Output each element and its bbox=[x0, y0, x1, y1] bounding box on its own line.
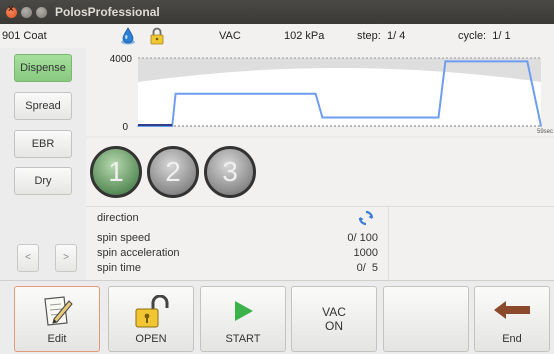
direction-label: direction bbox=[97, 212, 139, 224]
series-point bbox=[444, 60, 447, 63]
close-window-button[interactable] bbox=[6, 4, 17, 18]
open-label: OPEN bbox=[135, 333, 167, 345]
y-tick-label-max: 4000 bbox=[110, 54, 133, 65]
open-lid-button[interactable]: OPEN bbox=[108, 286, 194, 352]
step-parameters: direction spin speed 0/ 100 spin acceler… bbox=[86, 206, 554, 281]
spin-time-value: 0/ 5 bbox=[356, 262, 378, 274]
ebr-button[interactable]: EBR bbox=[14, 130, 72, 158]
series-point bbox=[174, 92, 177, 95]
play-icon bbox=[235, 301, 253, 321]
vac-toggle-button[interactable]: VAC ON bbox=[291, 286, 377, 352]
recipe-name: 901 Coat bbox=[2, 30, 47, 42]
vac-label-line1: VAC bbox=[322, 305, 346, 319]
spin-profile-svg: 4000 0 59sec bbox=[110, 54, 553, 135]
vac-label-line2: ON bbox=[325, 319, 343, 333]
step-1-button[interactable]: 1 bbox=[90, 146, 142, 198]
series-point bbox=[526, 60, 529, 63]
prev-button[interactable]: < bbox=[17, 244, 39, 272]
series-point bbox=[540, 125, 542, 127]
edit-button[interactable]: Edit bbox=[14, 286, 100, 352]
series-point bbox=[519, 60, 522, 63]
panel-divider bbox=[388, 207, 389, 281]
edit-label: Edit bbox=[47, 333, 67, 345]
series-point bbox=[437, 116, 440, 119]
x-end-label: 59sec bbox=[537, 129, 553, 135]
water-drop-icon bbox=[121, 27, 135, 45]
status-bar: 901 Coat VAC 102 kPa step: 1/ 4 cycle: 1… bbox=[0, 24, 554, 48]
rotation-direction-icon[interactable] bbox=[358, 210, 374, 226]
spin-speed-value: 0/ 100 bbox=[347, 232, 378, 244]
maximize-window-button[interactable] bbox=[36, 6, 47, 18]
spin-speed-label: spin speed bbox=[97, 232, 151, 244]
step-counter: step: 1/ 4 bbox=[357, 30, 406, 42]
pressure-readout: 102 kPa bbox=[284, 30, 325, 42]
series-point bbox=[314, 92, 317, 95]
spin-profile-chart: 4000 0 59sec bbox=[86, 48, 554, 136]
dry-button[interactable]: Dry bbox=[14, 167, 72, 195]
series-point bbox=[396, 116, 399, 119]
end-label: End bbox=[502, 333, 522, 345]
vac-label: VAC ON bbox=[292, 305, 376, 333]
title-bar: PolosProfessional bbox=[0, 0, 554, 24]
series-point bbox=[389, 116, 392, 119]
dispense-button[interactable]: Dispense bbox=[14, 54, 72, 82]
cycle-counter: cycle: 1/ 1 bbox=[458, 30, 511, 42]
bottom-toolbar: Edit OPEN START VAC ON End bbox=[0, 280, 554, 354]
lock-icon[interactable] bbox=[150, 27, 164, 45]
spin-acceleration-label: spin acceleration bbox=[97, 247, 180, 259]
unlocked-padlock-icon bbox=[135, 295, 169, 328]
window-title: PolosProfessional bbox=[55, 5, 160, 19]
spin-time-label: spin time bbox=[97, 262, 142, 274]
step-selector: 1 2 3 bbox=[86, 138, 554, 206]
end-button[interactable]: End bbox=[474, 286, 550, 352]
minimize-window-button[interactable] bbox=[21, 6, 32, 18]
series-point bbox=[321, 116, 324, 119]
spin-acceleration-value: 1000 bbox=[353, 247, 378, 259]
blank-button[interactable] bbox=[383, 286, 469, 352]
next-button[interactable]: > bbox=[55, 244, 77, 272]
vac-status: VAC bbox=[219, 30, 241, 42]
step-3-button[interactable]: 3 bbox=[204, 146, 256, 198]
step-2-button[interactable]: 2 bbox=[147, 146, 199, 198]
start-button[interactable]: START bbox=[200, 286, 286, 352]
edit-document-icon bbox=[44, 296, 73, 326]
y-tick-label-zero: 0 bbox=[122, 122, 128, 133]
start-label: START bbox=[225, 333, 261, 345]
spread-button[interactable]: Spread bbox=[14, 92, 72, 120]
arrow-left-icon bbox=[494, 301, 530, 319]
